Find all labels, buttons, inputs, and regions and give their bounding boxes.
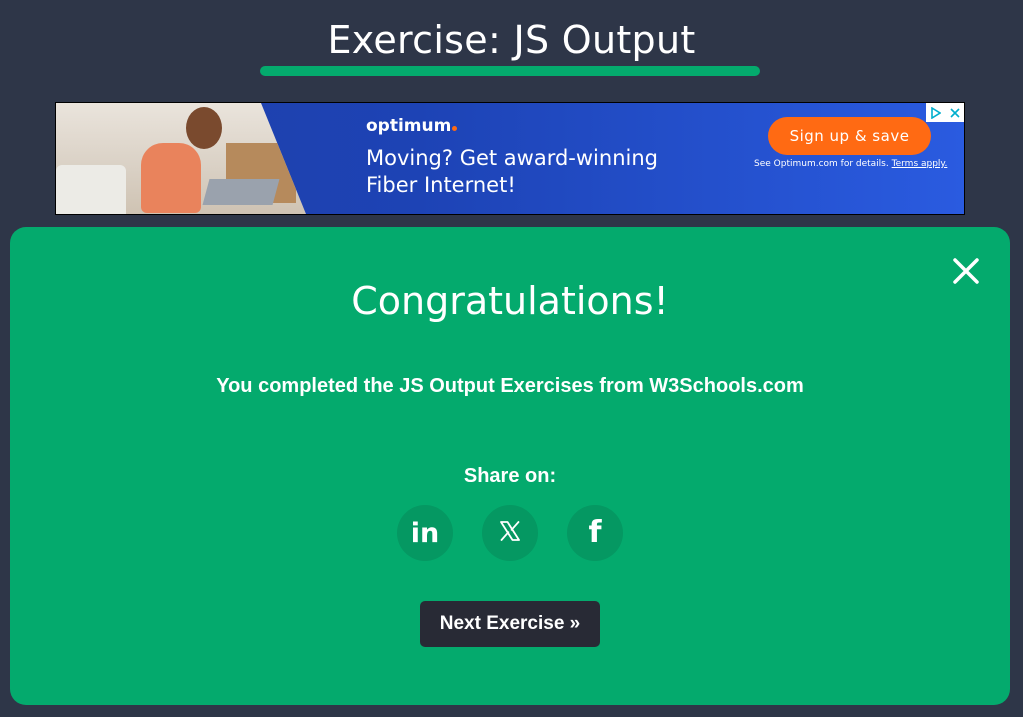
- ad-choices: [926, 103, 964, 122]
- linkedin-share-button[interactable]: in: [397, 505, 453, 561]
- facebook-icon: f: [588, 515, 602, 550]
- linkedin-icon: in: [410, 517, 440, 549]
- share-buttons: in f: [397, 505, 623, 561]
- dialog-title: Congratulations!: [351, 279, 669, 323]
- ad-banner[interactable]: optimum Moving? Get award-winning Fiber …: [55, 102, 965, 215]
- ad-terms-link[interactable]: Terms apply.: [892, 159, 948, 169]
- ad-photo-laptop: [202, 179, 280, 205]
- title-underline: [260, 66, 760, 76]
- completion-message: You completed the JS Output Exercises fr…: [216, 375, 804, 397]
- ad-headline-line1: Moving? Get award-winning: [366, 146, 658, 170]
- ad-disclaimer: See Optimum.com for details. Terms apply…: [754, 159, 947, 169]
- ad-brand-name: optimum: [366, 116, 452, 136]
- close-ad-icon[interactable]: [945, 103, 964, 122]
- ad-disclaimer-text: See Optimum.com for details.: [754, 159, 889, 169]
- ad-brand-dot: [452, 126, 458, 131]
- ad-photo-couch: [56, 165, 126, 214]
- congratulations-dialog: Congratulations! You completed the JS Ou…: [10, 227, 1010, 705]
- x-icon: [498, 519, 522, 548]
- page-title: Exercise: JS Output: [327, 18, 696, 62]
- page: Exercise: JS Output optimum Moving? Get …: [0, 0, 1023, 717]
- ad-signup-button[interactable]: Sign up & save: [768, 117, 931, 155]
- ad-headline: Moving? Get award-winning Fiber Internet…: [366, 145, 726, 199]
- ad-headline-line2: Fiber Internet!: [366, 173, 516, 197]
- ad-photo: [56, 103, 306, 214]
- x-share-button[interactable]: [482, 505, 538, 561]
- ad-photo-person: [141, 143, 201, 213]
- adchoices-icon[interactable]: [926, 103, 945, 122]
- ad-photo-person-head: [186, 107, 222, 149]
- facebook-share-button[interactable]: f: [567, 505, 623, 561]
- ad-brand-logo: optimum: [366, 116, 458, 136]
- next-exercise-button[interactable]: Next Exercise »: [420, 601, 600, 647]
- share-label: Share on:: [463, 465, 557, 487]
